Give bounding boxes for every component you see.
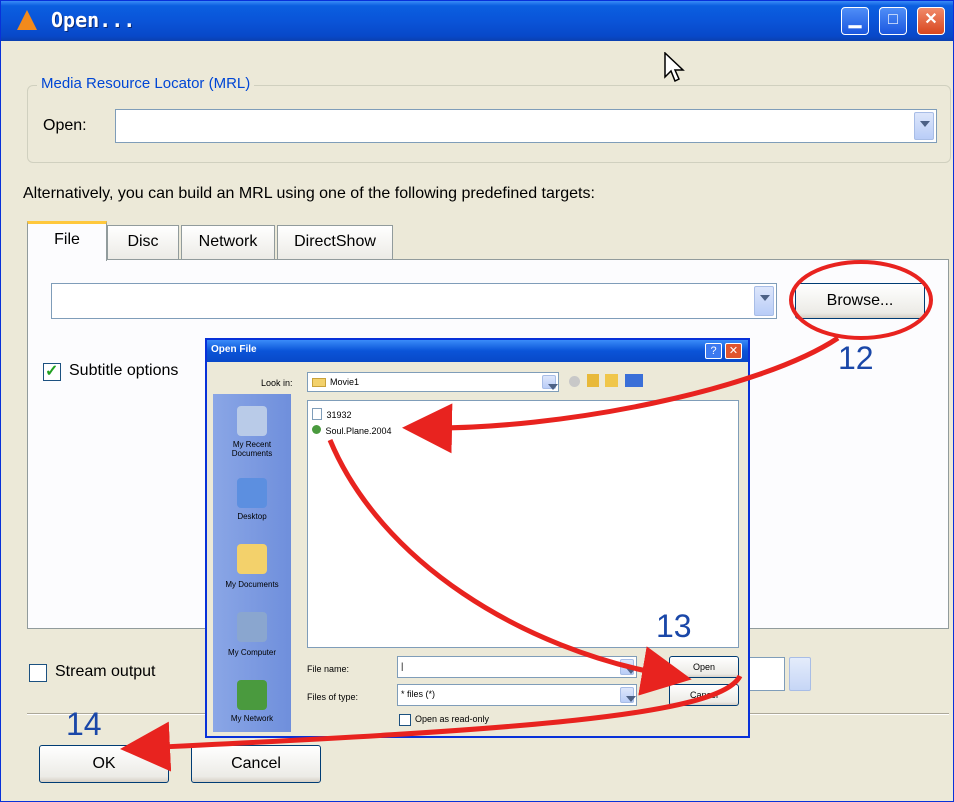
tab-file[interactable]: File xyxy=(27,221,107,261)
step-14-label: 14 xyxy=(66,706,102,742)
annotation-overlay xyxy=(120,260,933,772)
arrow-browse-to-file xyxy=(402,335,840,454)
arrow-file-to-open xyxy=(327,439,692,696)
mouse-cursor-icon xyxy=(664,52,685,83)
browse-highlight-circle xyxy=(789,260,933,340)
step-13-label: 13 xyxy=(656,608,692,644)
tab-file-label: File xyxy=(54,231,80,248)
arrow-open-to-ok xyxy=(120,674,743,772)
step-12-label: 12 xyxy=(838,340,874,376)
